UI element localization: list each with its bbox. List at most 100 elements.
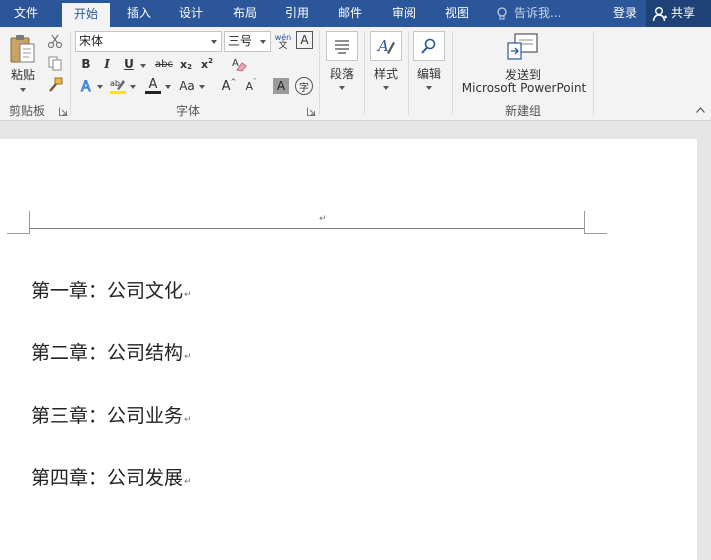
text-effects-caret[interactable] <box>97 85 103 89</box>
enclose-characters-button[interactable]: 字 <box>295 77 313 95</box>
font-launcher-icon[interactable] <box>307 107 316 116</box>
styles-label: 样式 <box>373 67 398 81</box>
subscript-button[interactable]: x2 <box>178 55 194 73</box>
tab-design[interactable]: 设计 <box>168 0 214 27</box>
header-rule <box>30 228 584 229</box>
clipboard-group-label: 剪贴板 <box>8 104 45 118</box>
font-size-caret[interactable] <box>260 40 266 44</box>
font-name-combobox[interactable]: 宋体 <box>75 31 222 52</box>
change-case-caret[interactable] <box>199 85 205 89</box>
font-color-caret[interactable] <box>165 85 171 89</box>
magnifier-icon <box>421 38 436 54</box>
highlight-caret[interactable] <box>130 85 136 89</box>
superscript-2-icon: 2 <box>208 57 213 65</box>
paste-button[interactable] <box>7 33 39 67</box>
tab-home[interactable]: 开始 <box>62 3 110 27</box>
font-color-bar <box>145 91 161 94</box>
character-border-button[interactable]: A <box>296 31 313 49</box>
tab-view[interactable]: 视图 <box>434 0 480 27</box>
ribbon-tab-bar: 文件 开始 插入 设计 布局 引用 邮件 审阅 视图 告诉我... 登录 共享 <box>0 0 711 27</box>
new-group-label: 新建组 <box>504 104 541 118</box>
styles-caret[interactable] <box>383 86 389 90</box>
phonetic-guide-button[interactable]: wén 文 <box>274 31 292 52</box>
paragraph-caret[interactable] <box>339 86 345 90</box>
chapter-text: 第三章：公司业务 <box>31 405 184 427</box>
font-color-button[interactable]: A <box>144 77 162 95</box>
tab-mailings[interactable]: 邮件 <box>327 0 373 27</box>
send-to-powerpoint-button[interactable] <box>505 31 539 63</box>
copy-button[interactable] <box>46 54 64 72</box>
separator <box>452 31 453 115</box>
chapter-line[interactable]: 第四章：公司发展↵ <box>31 463 192 490</box>
character-shading-button[interactable]: A <box>273 78 289 94</box>
crop-mark <box>584 211 585 233</box>
paragraph-mark: ↵ <box>184 415 192 425</box>
chapter-text: 第四章：公司发展 <box>31 467 184 489</box>
chapter-line[interactable]: 第二章：公司结构↵ <box>31 338 192 365</box>
separator <box>319 31 320 115</box>
crop-mark <box>29 211 30 233</box>
tab-insert[interactable]: 插入 <box>116 0 162 27</box>
format-painter-button[interactable] <box>46 76 64 94</box>
bold-button[interactable]: B <box>78 55 94 73</box>
paragraph-mark: ↵ <box>184 290 192 300</box>
font-name-caret[interactable] <box>211 40 217 44</box>
tab-references[interactable]: 引用 <box>274 0 320 27</box>
crop-mark <box>7 233 30 234</box>
chapter-line[interactable]: 第三章：公司业务↵ <box>31 401 192 428</box>
header-paragraph-mark: ↵ <box>319 214 327 224</box>
chapter-line[interactable]: 第一章：公司文化↵ <box>31 276 192 303</box>
grow-font-button[interactable]: A ^ <box>221 77 237 95</box>
shrink-font-glyph: A <box>245 79 254 93</box>
underline-button[interactable]: U <box>121 55 137 73</box>
editing-caret[interactable] <box>426 86 432 90</box>
underline-caret[interactable] <box>140 64 146 68</box>
tab-layout[interactable]: 布局 <box>222 0 268 27</box>
styles-icon: A <box>376 37 395 55</box>
font-size-combobox[interactable]: 三号 <box>224 31 271 52</box>
paragraph-button[interactable] <box>326 31 358 61</box>
separator <box>408 31 409 115</box>
text-effects-button[interactable]: A <box>79 77 95 96</box>
send-to-line2: Microsoft PowerPoint <box>461 81 587 95</box>
chapter-text: 第二章：公司结构 <box>31 342 184 364</box>
separator <box>70 31 71 115</box>
share-label: 共享 <box>671 6 696 20</box>
change-case-button[interactable]: Aa <box>177 77 197 95</box>
format-painter-icon <box>49 77 63 92</box>
subscript-2-icon: 2 <box>187 63 192 71</box>
character-border-glyph: A <box>300 33 309 47</box>
eraser-icon: A <box>232 58 247 72</box>
shrink-font-button[interactable]: Aˇ <box>243 77 259 95</box>
editing-button[interactable] <box>413 31 445 61</box>
clipboard-launcher-icon[interactable] <box>59 107 68 116</box>
document-page[interactable]: ↵ 第一章：公司文化↵ 第二章：公司结构↵ 第三章：公司业务↵ 第四章：公司发展… <box>0 139 697 560</box>
collapse-ribbon-icon[interactable] <box>696 107 705 113</box>
highlight-button[interactable]: ab <box>109 77 127 95</box>
document-area: ↵ 第一章：公司文化↵ 第二章：公司结构↵ 第三章：公司业务↵ 第四章：公司发展… <box>0 122 711 560</box>
font-group-label: 字体 <box>175 104 200 118</box>
strikethrough-button[interactable]: abc <box>152 55 176 73</box>
italic-button[interactable]: I <box>99 55 115 73</box>
paste-clipboard-icon <box>10 35 35 63</box>
paste-dropdown-caret[interactable] <box>20 88 26 92</box>
paragraph-label: 段落 <box>329 67 354 81</box>
clear-formatting-button[interactable]: A <box>230 55 248 73</box>
cut-button[interactable] <box>46 32 64 50</box>
paragraph-mark: ↵ <box>184 477 192 487</box>
login-button[interactable]: 登录 <box>612 0 638 27</box>
tab-file[interactable]: 文件 <box>0 0 52 27</box>
styles-button[interactable]: A <box>370 31 402 61</box>
editing-label: 编辑 <box>416 67 441 81</box>
tab-review[interactable]: 审阅 <box>381 0 427 27</box>
crop-mark <box>584 233 607 234</box>
paragraph-mark: ↵ <box>184 352 192 362</box>
svg-text:A: A <box>81 79 91 95</box>
font-color-glyph: A <box>148 77 158 92</box>
svg-text:A: A <box>232 58 239 69</box>
superscript-button[interactable]: x2 <box>199 55 215 73</box>
shrink-caret-icon: ˇ <box>253 78 257 86</box>
share-button[interactable]: 共享 <box>646 0 711 27</box>
highlighter-icon: ab <box>110 79 126 94</box>
tell-me-box[interactable]: 告诉我... <box>496 0 561 27</box>
